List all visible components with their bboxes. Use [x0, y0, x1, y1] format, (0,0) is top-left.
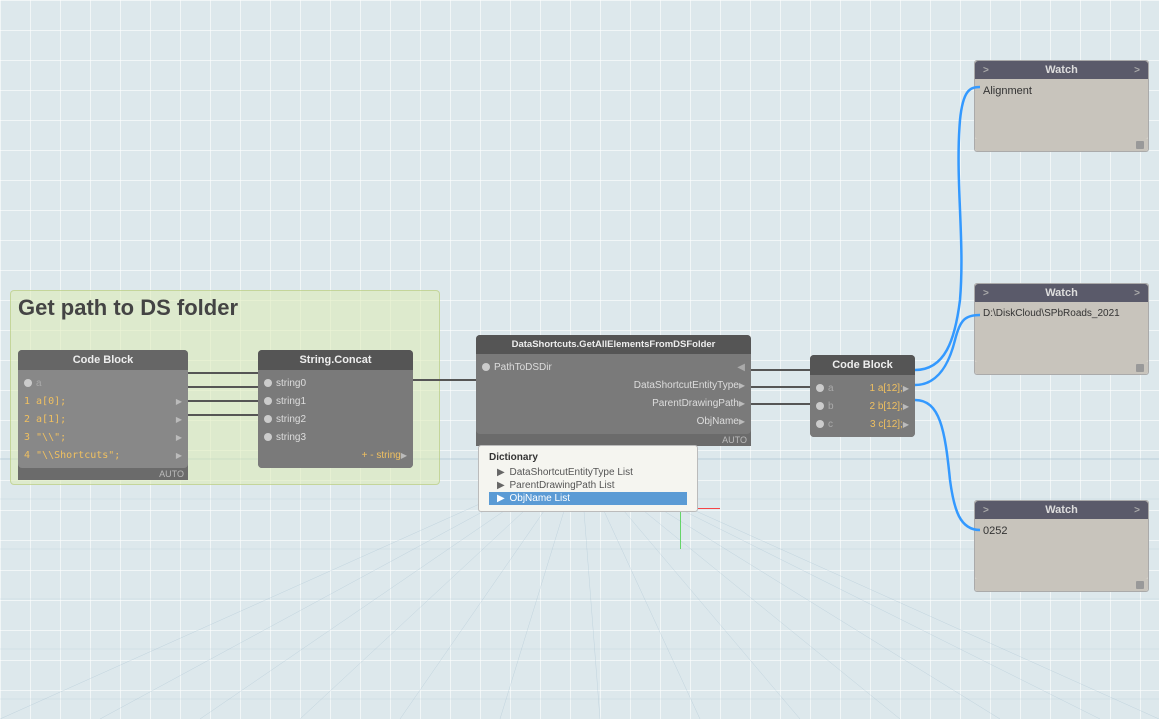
data-shortcuts-output-2: ParentDrawingPath	[476, 394, 751, 412]
port-right-a2	[903, 383, 909, 394]
watch-3-scroll	[1136, 581, 1144, 589]
code-block-2-port-b: b 2 b[12];	[810, 397, 915, 415]
data-shortcuts-output-3: ObjName	[476, 412, 751, 430]
watch-1-content: Alignment	[983, 85, 1032, 97]
port-right-objname	[739, 416, 745, 427]
port-right-b2	[903, 401, 909, 412]
watch-1-port-right: >	[1134, 65, 1140, 76]
port-left-c2	[816, 420, 824, 428]
watch-3-port-right: >	[1134, 505, 1140, 516]
code-block-2-header: Code Block	[810, 355, 915, 375]
dict-item-1-label: ParentDrawingPath List	[509, 480, 614, 491]
port-right-1	[176, 396, 182, 407]
data-shortcuts-node[interactable]: DataShortcuts.GetAllElementsFromDSFolder…	[476, 335, 751, 446]
port-left-a	[24, 379, 32, 387]
dict-item-0[interactable]: ▶ DataShortcutEntityType List	[489, 466, 687, 479]
watch-2-content: D:\DiskCloud\SPbRoads_2021	[983, 308, 1120, 319]
watch-3-footer	[975, 579, 1148, 591]
string-concat-row-0: string0	[258, 374, 413, 392]
watch-3-content: 0252	[983, 525, 1007, 537]
dict-arrow-2: ▶	[497, 493, 505, 504]
watch-1-footer	[975, 139, 1148, 151]
dict-item-2-label: ObjName List	[509, 493, 570, 504]
data-shortcuts-input-row: PathToDSDir ◀	[476, 358, 751, 376]
port-string1	[264, 397, 272, 405]
watch-3-title: Watch	[989, 504, 1134, 516]
group-title: Get path to DS folder	[18, 295, 238, 321]
watch-2-header: > Watch >	[975, 284, 1148, 302]
dict-arrow-1: ▶	[497, 480, 505, 491]
data-shortcuts-output-1: DataShortcutEntityType	[476, 376, 751, 394]
watch-panel-1[interactable]: > Watch > Alignment	[974, 60, 1149, 152]
port-string3	[264, 433, 272, 441]
code-block-1-header: Code Block	[18, 350, 188, 370]
watch-1-body: Alignment	[975, 79, 1148, 139]
port-left-b2	[816, 402, 824, 410]
dict-item-2[interactable]: ▶ ObjName List	[489, 492, 687, 505]
watch-panel-3[interactable]: > Watch > 0252	[974, 500, 1149, 592]
watch-1-title: Watch	[989, 64, 1134, 76]
string-concat-row-3: string3	[258, 428, 413, 446]
port-string2	[264, 415, 272, 423]
code-block-2[interactable]: Code Block a 1 a[12]; b 2 b[12]; c 3 c[1…	[810, 355, 915, 437]
code-block-1-line-1: 1 a[0];	[18, 392, 188, 410]
port-right-c2	[903, 419, 909, 430]
dictionary-popup[interactable]: Dictionary ▶ DataShortcutEntityType List…	[478, 445, 698, 512]
watch-2-title: Watch	[989, 287, 1134, 299]
code-block-1[interactable]: Code Block a 1 a[0]; 2 a[1]; 3 "\\"; 4 "…	[18, 350, 188, 480]
dictionary-title: Dictionary	[489, 452, 687, 463]
port-right-entity	[739, 380, 745, 391]
port-right-string	[401, 450, 407, 461]
port-right-2	[176, 414, 182, 425]
port-left-a2	[816, 384, 824, 392]
watch-3-header: > Watch >	[975, 501, 1148, 519]
code-block-1-line-2: 2 a[1];	[18, 410, 188, 428]
watch-1-scroll	[1136, 141, 1144, 149]
watch-panel-2[interactable]: > Watch > D:\DiskCloud\SPbRoads_2021	[974, 283, 1149, 375]
watch-2-body: D:\DiskCloud\SPbRoads_2021	[975, 302, 1148, 362]
string-concat-output: + - string	[258, 446, 413, 464]
string-concat-header: String.Concat	[258, 350, 413, 370]
port-right-3	[176, 432, 182, 443]
port-right-4	[176, 450, 182, 461]
code-block-1-line-4: 4 "\\Shortcuts";	[18, 446, 188, 464]
watch-1-header: > Watch >	[975, 61, 1148, 79]
watch-2-footer	[975, 362, 1148, 374]
string-concat-node[interactable]: String.Concat string0 string1 string2 st…	[258, 350, 413, 468]
watch-2-port-right: >	[1134, 288, 1140, 299]
code-block-2-port-a: a 1 a[12];	[810, 379, 915, 397]
dict-item-0-label: DataShortcutEntityType List	[509, 467, 632, 478]
string-concat-row-1: string1	[258, 392, 413, 410]
port-path-to-ds	[482, 363, 490, 371]
watch-3-body: 0252	[975, 519, 1148, 579]
dict-arrow-0: ▶	[497, 467, 505, 478]
code-block-1-port-a: a	[18, 374, 188, 392]
data-shortcuts-header: DataShortcuts.GetAllElementsFromDSFolder	[476, 335, 751, 354]
code-block-1-line-3: 3 "\\";	[18, 428, 188, 446]
port-right-parent	[739, 398, 745, 409]
code-block-1-footer: AUTO	[18, 468, 188, 480]
string-concat-row-2: string2	[258, 410, 413, 428]
dict-item-1[interactable]: ▶ ParentDrawingPath List	[489, 479, 687, 492]
port-string0	[264, 379, 272, 387]
code-block-2-port-c: c 3 c[12];	[810, 415, 915, 433]
watch-2-scroll	[1136, 364, 1144, 372]
